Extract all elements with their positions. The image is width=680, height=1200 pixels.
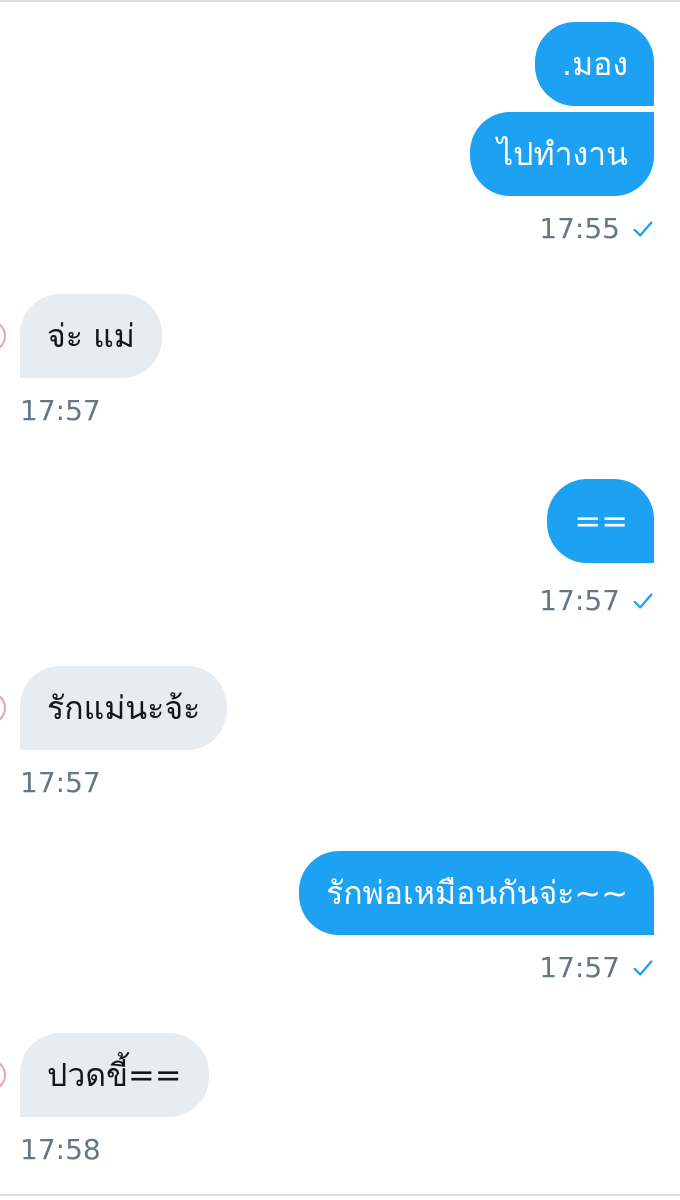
message-text: .มอง (561, 45, 628, 83)
top-divider (0, 0, 680, 2)
avatar[interactable] (0, 1059, 6, 1091)
message-timestamp: 17:57 (20, 394, 101, 428)
message-text: == (574, 502, 628, 540)
timestamp-text: 17:58 (20, 1133, 101, 1166)
message-timestamp: 17:58 (20, 1133, 101, 1167)
outgoing-message-bubble[interactable]: ไปทำงาน (470, 112, 654, 196)
outgoing-message-bubble[interactable]: == (547, 479, 654, 563)
incoming-message-bubble[interactable]: รักแม่นะจ้ะ (20, 666, 228, 750)
check-icon (633, 960, 653, 976)
check-icon (633, 221, 653, 237)
message-text: จ่ะ แม่ (47, 317, 135, 355)
avatar[interactable] (0, 692, 6, 724)
timestamp-text: 17:57 (20, 394, 101, 427)
incoming-message-bubble[interactable]: จ่ะ แม่ (20, 294, 162, 378)
message-text: ปวดขี้== (47, 1056, 182, 1094)
message-text: รักพ่อเหมือนกันจ่ะ~~ (326, 874, 628, 912)
incoming-message-bubble[interactable]: ปวดขี้== (20, 1033, 209, 1117)
bottom-divider (0, 1194, 680, 1196)
message-timestamp: 17:55 (539, 212, 654, 246)
message-timestamp: 17:57 (20, 766, 101, 800)
outgoing-message-bubble[interactable]: .มอง (534, 22, 654, 106)
timestamp-text: 17:57 (20, 766, 101, 799)
avatar[interactable] (0, 320, 6, 352)
message-timestamp: 17:57 (539, 951, 654, 985)
timestamp-text: 17:57 (539, 951, 620, 984)
message-text: ไปทำงาน (497, 135, 628, 173)
message-timestamp: 17:57 (539, 584, 654, 618)
timestamp-text: 17:55 (539, 212, 620, 245)
outgoing-message-bubble[interactable]: รักพ่อเหมือนกันจ่ะ~~ (299, 851, 654, 935)
message-text: รักแม่นะจ้ะ (47, 689, 201, 727)
check-icon (633, 593, 653, 609)
timestamp-text: 17:57 (539, 584, 620, 617)
